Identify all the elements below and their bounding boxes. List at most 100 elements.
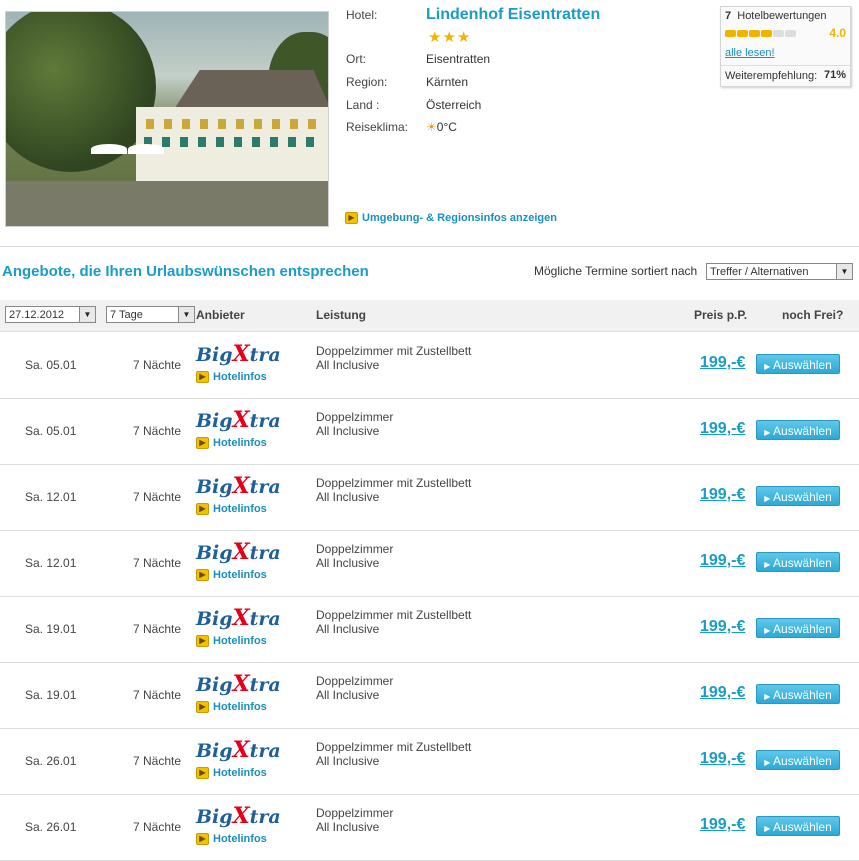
rating-bar bbox=[749, 30, 760, 37]
select-offer-label: Auswählen bbox=[773, 688, 832, 702]
table-row: Sa. 19.01 7 Nächte BigXtra ▶ Hotelinfos D… bbox=[0, 662, 859, 729]
table-row: Sa. 26.01 7 Nächte BigXtra ▶ Hotelinfos D… bbox=[0, 728, 859, 795]
provider-logo-text: tra bbox=[249, 608, 281, 630]
select-offer-button[interactable]: ▶ Auswählen bbox=[756, 750, 840, 770]
provider-logo-text: tra bbox=[249, 410, 281, 432]
select-offer-label: Auswählen bbox=[773, 820, 832, 834]
row-date: Sa. 05.01 bbox=[25, 424, 77, 438]
row-price[interactable]: 199,-€ bbox=[700, 552, 745, 570]
ort-label: Ort: bbox=[346, 52, 366, 66]
provider-logo-text: tra bbox=[249, 542, 281, 564]
klima-label: Reiseklima: bbox=[346, 120, 409, 134]
row-room: Doppelzimmer bbox=[316, 542, 394, 556]
select-offer-button[interactable]: ▶ Auswählen bbox=[756, 816, 840, 836]
rating-score: 4.0 bbox=[829, 26, 846, 40]
hotelinfos-link[interactable]: ▶ Hotelinfos bbox=[196, 371, 267, 384]
row-price[interactable]: 199,-€ bbox=[700, 684, 745, 702]
hotelinfos-link[interactable]: ▶ Hotelinfos bbox=[196, 437, 267, 450]
provider-logo-text: Big bbox=[196, 806, 233, 828]
row-nights: 7 Nächte bbox=[133, 490, 182, 504]
row-nights: 7 Nächte bbox=[133, 688, 182, 702]
date-select[interactable]: 27.12.2012 ▼ bbox=[5, 306, 96, 323]
date-select-value: 27.12.2012 bbox=[9, 309, 65, 321]
hotelinfos-link[interactable]: ▶ Hotelinfos bbox=[196, 503, 267, 516]
land-label: Land : bbox=[346, 98, 380, 112]
photo-ground bbox=[6, 181, 328, 226]
select-offer-label: Auswählen bbox=[773, 622, 832, 636]
arrow-right-icon: ▶ bbox=[196, 437, 209, 450]
photo-roof bbox=[173, 70, 328, 110]
hotelinfos-link[interactable]: ▶ Hotelinfos bbox=[196, 767, 267, 780]
hotelinfos-label: Hotelinfos bbox=[213, 635, 267, 647]
play-icon: ▶ bbox=[764, 560, 771, 569]
arrow-right-icon: ▶ bbox=[345, 211, 358, 224]
provider-logo-text: tra bbox=[249, 344, 281, 366]
duration-select-value: 7 Tage bbox=[110, 309, 143, 321]
provider-logo-text: tra bbox=[249, 476, 281, 498]
hotel-photo[interactable] bbox=[5, 11, 329, 227]
play-icon: ▶ bbox=[764, 626, 771, 635]
select-offer-label: Auswählen bbox=[773, 556, 832, 570]
row-price[interactable]: 199,-€ bbox=[700, 618, 745, 636]
hotel-stars: ★★★ bbox=[428, 29, 472, 46]
row-price[interactable]: 199,-€ bbox=[700, 750, 745, 768]
provider-logo: BigXtra bbox=[196, 605, 281, 631]
region-info-link[interactable]: ▶ Umgebung- & Regionsinfos anzeigen bbox=[345, 210, 557, 224]
play-icon: ▶ bbox=[764, 692, 771, 701]
provider-logo-text: Big bbox=[196, 674, 233, 696]
sort-select[interactable]: Treffer / Alternativen ▼ bbox=[706, 263, 853, 280]
row-date: Sa. 19.01 bbox=[25, 622, 77, 636]
select-offer-button[interactable]: ▶ Auswählen bbox=[756, 684, 840, 704]
header-leistung: Leistung bbox=[316, 308, 366, 322]
hotelinfos-link[interactable]: ▶ Hotelinfos bbox=[196, 701, 267, 714]
chevron-down-icon[interactable]: ▼ bbox=[79, 307, 95, 322]
play-icon: ▶ bbox=[764, 428, 771, 437]
row-price[interactable]: 199,-€ bbox=[700, 816, 745, 834]
recommend-value: 71% bbox=[823, 69, 846, 81]
recommend-label: Weiterempfehlung: bbox=[725, 70, 818, 82]
arrow-right-icon: ▶ bbox=[196, 701, 209, 714]
provider-logo-x: X bbox=[232, 539, 250, 565]
row-price[interactable]: 199,-€ bbox=[700, 354, 745, 372]
hotelinfos-link[interactable]: ▶ Hotelinfos bbox=[196, 833, 267, 846]
provider-logo: BigXtra bbox=[196, 539, 281, 565]
duration-select[interactable]: 7 Tage ▼ bbox=[106, 306, 195, 323]
provider-logo-text: Big bbox=[196, 542, 233, 564]
select-offer-button[interactable]: ▶ Auswählen bbox=[756, 552, 840, 572]
region-info-link-label: Umgebung- & Regionsinfos anzeigen bbox=[362, 212, 557, 224]
klima-temperature: 0°C bbox=[436, 120, 457, 134]
row-date: Sa. 19.01 bbox=[25, 688, 77, 702]
provider-logo-x: X bbox=[232, 473, 250, 499]
klima-value: ☀0°C bbox=[426, 120, 457, 134]
chevron-down-icon[interactable]: ▼ bbox=[836, 264, 852, 279]
row-nights: 7 Nächte bbox=[133, 622, 182, 636]
sort-select-value: Treffer / Alternativen bbox=[710, 266, 809, 278]
row-room: Doppelzimmer bbox=[316, 674, 394, 688]
rating-bar bbox=[737, 30, 748, 37]
provider-logo: BigXtra bbox=[196, 803, 281, 829]
provider-logo-x: X bbox=[232, 341, 250, 367]
select-offer-button[interactable]: ▶ Auswählen bbox=[756, 618, 840, 638]
row-nights: 7 Nächte bbox=[133, 424, 182, 438]
row-room: Doppelzimmer mit Zustellbett bbox=[316, 344, 472, 358]
row-price[interactable]: 199,-€ bbox=[700, 420, 745, 438]
row-price[interactable]: 199,-€ bbox=[700, 486, 745, 504]
row-board: All Inclusive bbox=[316, 358, 380, 372]
provider-logo-x: X bbox=[232, 407, 250, 433]
provider-logo-text: tra bbox=[249, 740, 281, 762]
rating-box: 7 Hotelbewertungen 4.0 alle lesen! Weite… bbox=[720, 6, 851, 87]
select-offer-button[interactable]: ▶ Auswählen bbox=[756, 420, 840, 440]
read-all-reviews-link[interactable]: alle lesen! bbox=[725, 47, 775, 59]
row-date: Sa. 05.01 bbox=[25, 358, 77, 372]
select-offer-button[interactable]: ▶ Auswählen bbox=[756, 354, 840, 374]
chevron-down-icon[interactable]: ▼ bbox=[178, 307, 194, 322]
row-room: Doppelzimmer mit Zustellbett bbox=[316, 608, 472, 622]
row-board: All Inclusive bbox=[316, 490, 380, 504]
hotel-name[interactable]: Lindenhof Eisentratten bbox=[426, 6, 600, 24]
hotelinfos-link[interactable]: ▶ Hotelinfos bbox=[196, 635, 267, 648]
rating-bars bbox=[725, 28, 797, 40]
hotelinfos-link[interactable]: ▶ Hotelinfos bbox=[196, 569, 267, 582]
select-offer-button[interactable]: ▶ Auswählen bbox=[756, 486, 840, 506]
land-value: Österreich bbox=[426, 98, 482, 112]
select-offer-label: Auswählen bbox=[773, 490, 832, 504]
